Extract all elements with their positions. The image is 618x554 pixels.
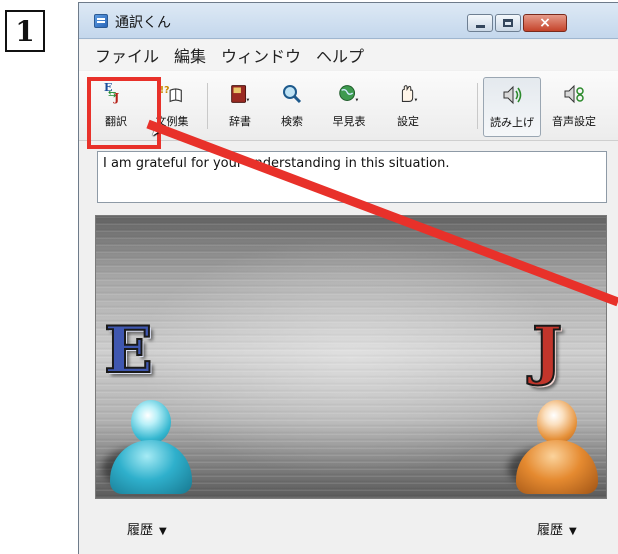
- dictionary-label: 辞書: [229, 115, 251, 128]
- toolbar-separator: [207, 83, 208, 129]
- settings-label: 設定: [397, 115, 419, 128]
- japanese-speaker-avatar[interactable]: [516, 400, 598, 496]
- menu-file[interactable]: ファイル: [95, 43, 159, 67]
- quick-table-label: 早見表: [332, 115, 366, 128]
- step-number-badge: 1: [5, 10, 45, 52]
- globe-icon: [336, 81, 362, 107]
- read-aloud-button[interactable]: 読み上げ: [483, 77, 541, 137]
- chevron-down-icon: ▼: [159, 526, 167, 537]
- svg-text:!?: !?: [160, 85, 170, 96]
- book-question-icon: !?: [159, 81, 185, 107]
- menu-window[interactable]: ウィンドウ: [221, 43, 301, 67]
- voice-settings-icon: [561, 81, 587, 107]
- title-bar: 通訳くん ×: [79, 3, 618, 39]
- mouse-pointer-icon: ➤: [147, 114, 168, 142]
- menu-edit[interactable]: 編集: [174, 43, 206, 67]
- chevron-down-icon: ▼: [569, 526, 577, 537]
- quick-table-button[interactable]: 早見表: [321, 77, 377, 137]
- settings-button[interactable]: 設定: [381, 77, 435, 137]
- source-text-input[interactable]: I am grateful for your understanding in …: [97, 151, 607, 203]
- voice-settings-button[interactable]: 音声設定: [545, 77, 603, 137]
- speaker-icon: [499, 82, 525, 108]
- minimize-icon: [475, 24, 485, 28]
- maximize-button[interactable]: [495, 14, 521, 32]
- menu-help[interactable]: ヘルプ: [316, 43, 364, 67]
- menu-bar: ファイル 編集 ウィンドウ ヘルプ: [79, 40, 618, 70]
- toolbar-separator: [477, 83, 478, 129]
- translation-panel: E J: [95, 215, 607, 499]
- history-left-label: 履歴: [127, 523, 154, 538]
- avatar-head: [131, 400, 171, 444]
- avatar-body: [516, 440, 598, 494]
- dictionary-button[interactable]: 辞書: [215, 77, 265, 137]
- read-aloud-label: 読み上げ: [490, 116, 534, 129]
- close-icon: ×: [539, 15, 551, 31]
- avatar-head: [537, 400, 577, 444]
- screenshot-stage: 1 通訳くん × ファイル 編集 ウィンドウ ヘルプ E ⇆ J 翻訳 !? 文…: [0, 0, 618, 554]
- app-window: 通訳くん × ファイル 編集 ウィンドウ ヘルプ E ⇆ J 翻訳 !? 文例集…: [78, 2, 618, 554]
- target-language-letter: J: [531, 313, 563, 388]
- window-title: 通訳くん: [115, 15, 171, 31]
- history-left-dropdown[interactable]: 履歴 ▼: [127, 519, 167, 538]
- dictionary-icon: [227, 81, 253, 107]
- english-speaker-avatar[interactable]: [110, 400, 192, 496]
- source-language-letter: E: [103, 313, 154, 388]
- close-button[interactable]: ×: [523, 14, 567, 32]
- minimize-button[interactable]: [467, 14, 493, 32]
- voice-settings-label: 音声設定: [552, 115, 596, 128]
- app-icon: [94, 14, 108, 28]
- hand-settings-icon: [395, 81, 421, 107]
- search-label: 検索: [281, 115, 303, 128]
- magnifier-icon: [279, 81, 305, 107]
- avatar-body: [110, 440, 192, 494]
- search-button[interactable]: 検索: [267, 77, 317, 137]
- history-right-dropdown[interactable]: 履歴 ▼: [537, 519, 577, 538]
- maximize-icon: [503, 19, 513, 27]
- history-right-label: 履歴: [537, 523, 564, 538]
